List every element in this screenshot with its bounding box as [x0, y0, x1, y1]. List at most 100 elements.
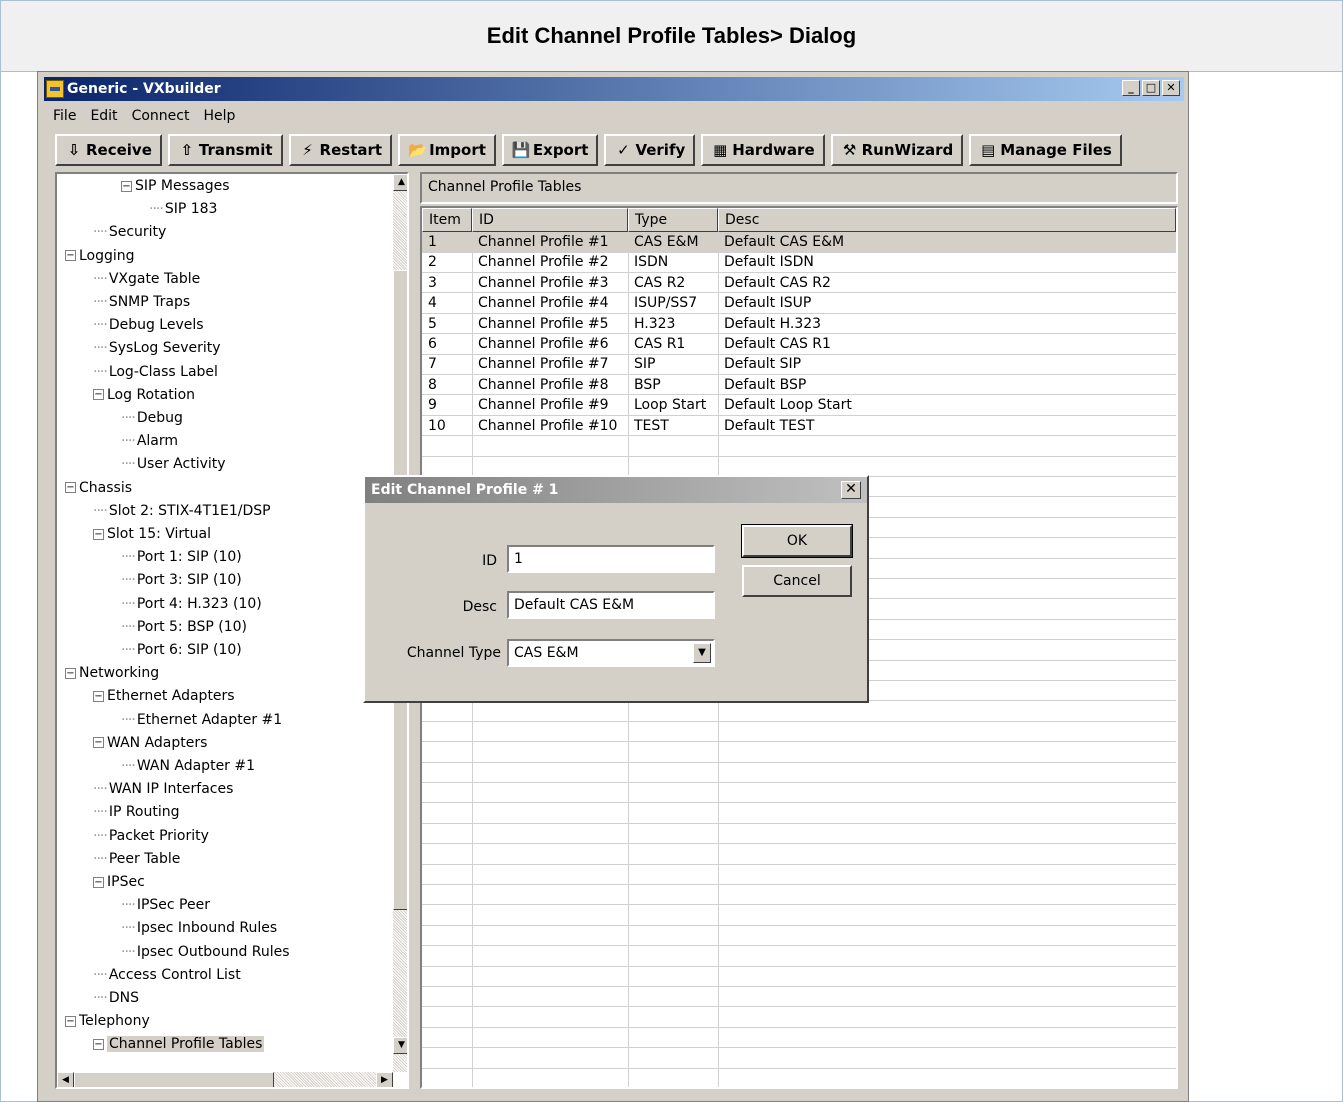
- table-row[interactable]: [422, 824, 1176, 845]
- tree-item[interactable]: − Slot 15: Virtual: [93, 524, 211, 544]
- table-row[interactable]: [422, 966, 1176, 987]
- collapse-icon[interactable]: −: [65, 482, 76, 494]
- maximize-button[interactable]: □: [1142, 80, 1160, 96]
- tree-item[interactable]: − Telephony: [65, 1011, 150, 1031]
- chevron-down-icon[interactable]: ▼: [693, 643, 711, 663]
- tree-item[interactable]: ···· Packet Priority: [93, 826, 209, 846]
- column-header-id[interactable]: ID: [472, 208, 628, 232]
- tree-item[interactable]: ···· Peer Table: [93, 849, 180, 869]
- table-row[interactable]: 2 Channel Profile #2 ISDN Default ISDN: [422, 252, 1176, 273]
- table-row[interactable]: [422, 1028, 1176, 1049]
- import-button[interactable]: 📂 Import: [398, 134, 496, 166]
- tree-item[interactable]: ···· Port 3: SIP (10): [121, 570, 242, 590]
- cancel-button[interactable]: Cancel: [742, 565, 852, 597]
- scroll-down-arrow-icon[interactable]: ▼: [393, 1037, 407, 1054]
- tree-item[interactable]: ···· Ipsec Outbound Rules: [121, 942, 290, 962]
- tree-item[interactable]: ···· SysLog Severity: [93, 338, 221, 358]
- tree-item[interactable]: ···· Ethernet Adapter #1: [121, 710, 282, 730]
- collapse-icon[interactable]: −: [65, 667, 76, 679]
- collapse-icon[interactable]: −: [65, 1015, 76, 1027]
- table-row[interactable]: [422, 926, 1176, 947]
- tree-item[interactable]: ···· IPSec Peer: [121, 895, 210, 915]
- runwizard-button[interactable]: ⚒ RunWizard: [830, 134, 964, 166]
- table-row[interactable]: 10 Channel Profile #10 TEST Default TEST: [422, 416, 1176, 437]
- tree-item[interactable]: ···· WAN IP Interfaces: [93, 779, 233, 799]
- table-row[interactable]: 9 Channel Profile #9 Loop Start Default Loo…: [422, 395, 1176, 416]
- desc-field[interactable]: Default CAS E&M: [507, 591, 715, 619]
- tree-item[interactable]: ···· Port 5: BSP (10): [121, 617, 247, 637]
- dialog-close-button[interactable]: ✕: [841, 481, 861, 499]
- table-row[interactable]: [422, 987, 1176, 1008]
- tree-item[interactable]: − Networking: [65, 663, 159, 683]
- menu-connect[interactable]: Connect: [132, 108, 190, 124]
- tree-item[interactable]: − Ethernet Adapters: [93, 686, 235, 706]
- tree-item[interactable]: − Channel Profile Tables: [93, 1034, 265, 1054]
- table-row[interactable]: [422, 742, 1176, 763]
- tree-item[interactable]: ···· SNMP Traps: [93, 292, 190, 312]
- table-row[interactable]: 1 Channel Profile #1 CAS E&M Default CAS E&…: [422, 232, 1176, 253]
- tree-item[interactable]: ···· SIP 183: [149, 199, 217, 219]
- tree-item[interactable]: − Log Rotation: [93, 385, 195, 405]
- hardware-button[interactable]: ▦ Hardware: [701, 134, 825, 166]
- collapse-icon[interactable]: −: [93, 528, 104, 540]
- collapse-icon[interactable]: −: [121, 180, 132, 192]
- collapse-icon[interactable]: −: [93, 389, 104, 401]
- close-button[interactable]: ✕: [1162, 80, 1180, 96]
- column-header-desc[interactable]: Desc: [718, 208, 1176, 232]
- tree-item[interactable]: − Logging: [65, 246, 135, 266]
- table-row[interactable]: [422, 1007, 1176, 1028]
- table-row[interactable]: [422, 701, 1176, 722]
- tree-item[interactable]: ···· Access Control List: [93, 965, 241, 985]
- tree-horizontal-scrollbar[interactable]: ◀ ▶: [57, 1072, 393, 1087]
- column-header-type[interactable]: Type: [628, 208, 718, 232]
- column-header-item[interactable]: Item: [422, 208, 472, 232]
- table-row[interactable]: 5 Channel Profile #5 H.323 Default H.323: [422, 314, 1176, 335]
- restart-button[interactable]: ⚡ Restart: [288, 134, 393, 166]
- table-row[interactable]: [422, 456, 1176, 477]
- scroll-up-arrow-icon[interactable]: ▲: [393, 174, 407, 191]
- tree-item[interactable]: ···· Security: [93, 222, 166, 242]
- export-button[interactable]: 💾 Export: [501, 134, 599, 166]
- collapse-icon[interactable]: −: [93, 1038, 104, 1050]
- collapse-icon[interactable]: −: [93, 876, 104, 888]
- tree-item[interactable]: ···· DNS: [93, 988, 139, 1008]
- tree-item[interactable]: ···· Slot 2: STIX-4T1E1/DSP: [93, 501, 271, 521]
- tree-item[interactable]: ···· WAN Adapter #1: [121, 756, 255, 776]
- table-row[interactable]: [422, 722, 1176, 743]
- collapse-icon[interactable]: −: [65, 250, 76, 262]
- collapse-icon[interactable]: −: [93, 690, 104, 702]
- scroll-left-arrow-icon[interactable]: ◀: [57, 1072, 74, 1087]
- receive-button[interactable]: ⇩ Receive: [55, 134, 162, 166]
- tree-item[interactable]: ···· User Activity: [121, 454, 226, 474]
- tree-hscroll-thumb[interactable]: [74, 1072, 274, 1087]
- table-row[interactable]: 7 Channel Profile #7 SIP Default SIP: [422, 354, 1176, 375]
- tree-item[interactable]: − Chassis: [65, 478, 132, 498]
- transmit-button[interactable]: ⇧ Transmit: [167, 134, 283, 166]
- table-row[interactable]: 8 Channel Profile #8 BSP Default BSP: [422, 375, 1176, 396]
- table-row[interactable]: [422, 864, 1176, 885]
- table-row[interactable]: [422, 783, 1176, 804]
- table-row[interactable]: 4 Channel Profile #4 ISUP/SS7 Default ISUP: [422, 293, 1176, 314]
- table-row[interactable]: 6 Channel Profile #6 CAS R1 Default CAS R1: [422, 334, 1176, 355]
- tree-item[interactable]: − IPSec: [93, 872, 145, 892]
- table-row[interactable]: 3 Channel Profile #3 CAS R2 Default CAS R2: [422, 273, 1176, 294]
- config-tree[interactable]: ▲ ▼ ◀ ▶ − SIP Messages ···· SIP 183 ···· Secu…: [55, 172, 409, 1089]
- tree-item[interactable]: ···· Port 4: H.323 (10): [121, 594, 262, 614]
- tree-item[interactable]: ···· Log-Class Label: [93, 362, 218, 382]
- channel-type-select[interactable]: CAS E&M ▼: [507, 639, 715, 667]
- tree-item[interactable]: − SIP Messages: [121, 176, 230, 196]
- tree-item[interactable]: ···· Port 6: SIP (10): [121, 640, 242, 660]
- scroll-right-arrow-icon[interactable]: ▶: [376, 1072, 393, 1087]
- tree-item[interactable]: ···· IP Routing: [93, 802, 180, 822]
- tree-item[interactable]: ···· Debug: [121, 408, 183, 428]
- menu-file[interactable]: File: [53, 108, 76, 124]
- minimize-button[interactable]: _: [1122, 80, 1140, 96]
- table-row[interactable]: [422, 762, 1176, 783]
- table-row[interactable]: [422, 946, 1176, 967]
- table-row[interactable]: [422, 1048, 1176, 1069]
- table-row[interactable]: [422, 436, 1176, 457]
- menu-edit[interactable]: Edit: [90, 108, 117, 124]
- manage-files-button[interactable]: ▤ Manage Files: [969, 134, 1122, 166]
- tree-item[interactable]: ···· Alarm: [121, 431, 178, 451]
- id-field[interactable]: 1: [507, 545, 715, 573]
